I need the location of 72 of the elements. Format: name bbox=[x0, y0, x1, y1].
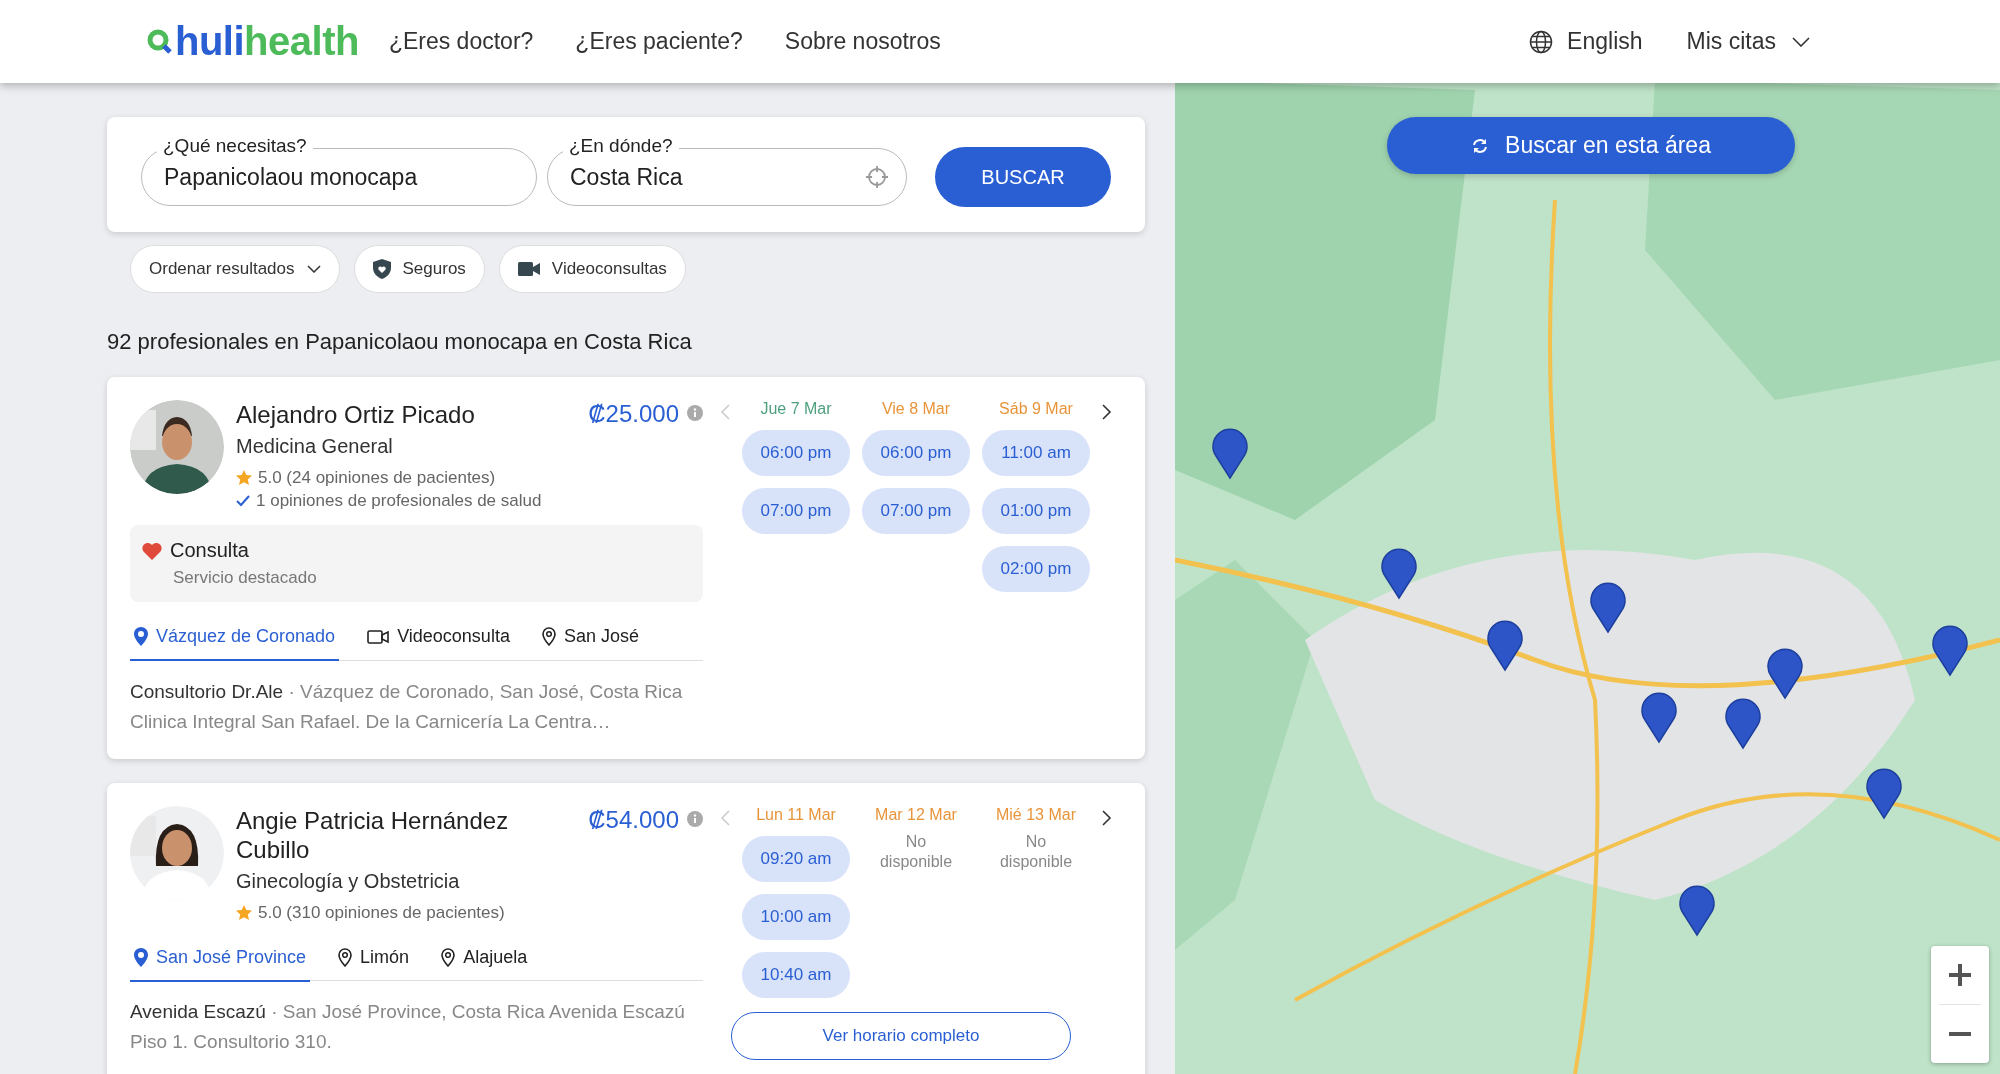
plus-icon bbox=[1948, 963, 1972, 987]
refresh-icon bbox=[1471, 137, 1490, 154]
time-slot-button[interactable]: 07:00 pm bbox=[742, 488, 850, 534]
chevron-down-icon bbox=[306, 265, 321, 273]
magnifier-logo-icon bbox=[147, 28, 173, 55]
minus-icon bbox=[1948, 1031, 1972, 1037]
nav-link[interactable]: ¿Eres paciente? bbox=[575, 28, 743, 55]
search-button[interactable]: BUSCAR bbox=[935, 147, 1111, 207]
day-label: Sáb 9 Mar bbox=[999, 400, 1073, 418]
rating-text: 5.0 (310 opiniones de pacientes) bbox=[258, 902, 505, 923]
peer-reviews-text: 1 opiniones de profesionales de salud bbox=[256, 491, 542, 511]
doctor-name[interactable]: Alejandro Ortiz Picado bbox=[236, 400, 536, 429]
location-pin-icon bbox=[541, 627, 556, 646]
star-icon bbox=[236, 904, 252, 921]
time-slot-button[interactable]: 06:00 pm bbox=[742, 430, 850, 476]
time-slot-button[interactable]: 02:00 pm bbox=[982, 546, 1090, 592]
location-pin-icon bbox=[134, 627, 148, 646]
nav-link[interactable]: Sobre nosotros bbox=[784, 28, 941, 55]
location-tab[interactable]: San José bbox=[537, 618, 643, 661]
checkmark-icon bbox=[236, 495, 250, 507]
specialty-text: Medicina General bbox=[236, 435, 394, 458]
doctor-name[interactable]: Angie Patricia Hernández Cubillo bbox=[236, 805, 536, 864]
location-pin-icon bbox=[441, 947, 456, 967]
filter-chip[interactable]: Ordenar resultados bbox=[130, 245, 340, 293]
time-slot-button[interactable]: 06:00 pm bbox=[862, 430, 970, 476]
next-chevron-icon[interactable] bbox=[1099, 809, 1113, 826]
service-title: Consulta bbox=[170, 539, 249, 562]
day-label: Mié 13 Mar bbox=[996, 805, 1076, 824]
day-label: Vie 8 Mar bbox=[881, 400, 951, 418]
language-link[interactable]: English bbox=[1567, 28, 1643, 55]
day-label: Lun 11 Mar bbox=[756, 805, 836, 824]
specialty-text: Ginecología y Obstetricia bbox=[236, 869, 461, 893]
location-tab[interactable]: Limón bbox=[334, 938, 414, 982]
location-tab[interactable]: San José Province bbox=[130, 938, 311, 982]
nav-link[interactable]: ¿Eres doctor? bbox=[388, 28, 534, 55]
next-chevron-icon[interactable] bbox=[1099, 404, 1113, 420]
time-slot-button[interactable]: 07:00 pm bbox=[862, 488, 970, 534]
service-subtitle: Servicio destacado bbox=[173, 568, 318, 588]
crosshair-icon[interactable] bbox=[865, 165, 889, 189]
globe-icon[interactable] bbox=[1529, 29, 1554, 54]
price-text: ₡25.000 bbox=[588, 400, 679, 428]
location-tab[interactable]: Videoconsulta bbox=[363, 618, 514, 661]
location-pin-icon bbox=[134, 947, 148, 967]
clinic-address: Consultorio Dr.Ale · Vázquez de Coronado, San José, Costa Rica Clinica Integral San Rafael. De la Carnicería La Centra… bbox=[130, 679, 684, 734]
time-slot-button[interactable]: 10:40 am bbox=[742, 951, 850, 998]
price-text: ₡54.000 bbox=[588, 805, 679, 834]
shield-icon bbox=[372, 259, 391, 279]
video-camera-icon bbox=[517, 262, 540, 276]
heart-icon bbox=[142, 541, 162, 560]
location-pin-icon bbox=[338, 947, 353, 967]
time-slot-button[interactable]: 09:20 am bbox=[742, 835, 850, 882]
unavailable-text: No disponible bbox=[998, 831, 1074, 872]
filter-chip[interactable]: Seguros bbox=[353, 245, 485, 293]
location-tab[interactable]: Alajuela bbox=[437, 938, 532, 982]
time-slot-button[interactable]: 11:00 am bbox=[982, 430, 1090, 476]
location-tab[interactable]: Vázquez de Coronado bbox=[130, 618, 340, 661]
time-slot-button[interactable]: 01:00 pm bbox=[982, 488, 1090, 534]
unavailable-text: No disponible bbox=[878, 831, 954, 872]
time-slot-button[interactable]: 10:00 am bbox=[742, 893, 850, 940]
full-schedule-button[interactable]: Ver horario completo bbox=[731, 1011, 1071, 1060]
results-summary: 92 profesionales en Papanicolaou monocapa en Costa Rica bbox=[107, 329, 693, 355]
day-label: Jue 7 Mar bbox=[760, 400, 832, 418]
chevron-down-icon bbox=[1792, 36, 1810, 47]
account-menu[interactable]: Mis citas bbox=[1686, 28, 1810, 55]
search-area-button[interactable]: Buscar en esta área bbox=[1387, 117, 1795, 174]
clinic-address: Avenida Escazú · San José Province, Costa Rica Avenida Escazú Piso 1. Consultorio 310. bbox=[130, 1000, 686, 1054]
day-label: Mar 12 Mar bbox=[875, 805, 957, 824]
video-camera-icon bbox=[367, 629, 390, 644]
filter-chip[interactable]: Videoconsultas bbox=[498, 245, 686, 293]
star-icon bbox=[236, 470, 252, 486]
rating-text: 5.0 (24 opiniones de pacientes) bbox=[258, 468, 496, 488]
hulihealth-logo[interactable]: hulihealth bbox=[147, 19, 359, 64]
